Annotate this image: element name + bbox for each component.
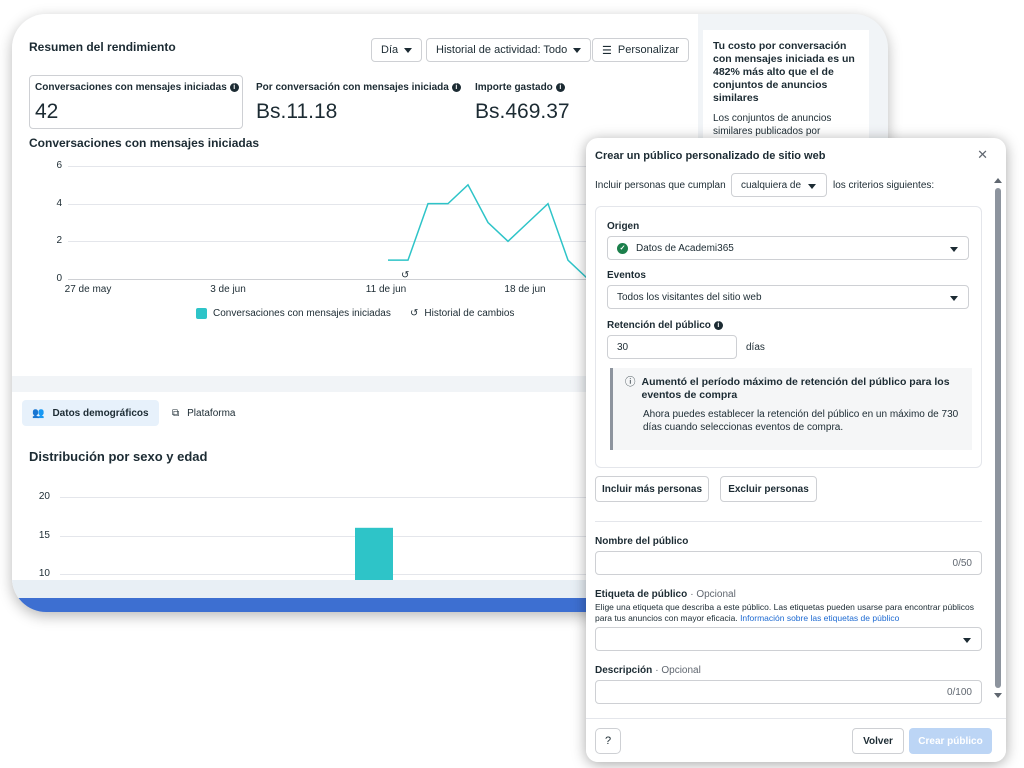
info-circle-icon: ⓘ [625, 376, 636, 388]
create-audience-button[interactable]: Crear público [909, 728, 992, 754]
include-suffix: los criterios siguientes: [833, 180, 935, 191]
info-icon[interactable]: i [713, 321, 723, 330]
include-more-button[interactable]: Incluir más personas [595, 476, 709, 502]
origin-dropdown[interactable]: ✓ Datos de Academi365 [607, 236, 969, 260]
legend-label: Conversaciones con mensajes iniciadas [213, 308, 391, 319]
match-criteria-dropdown[interactable]: cualquiera de [731, 173, 827, 197]
tag-label-text: Etiqueta de público [595, 589, 688, 600]
dialog-footer: ? Volver Crear público [586, 718, 1006, 762]
insight-body: Los conjuntos de anuncios similares publ… [713, 113, 832, 137]
tag-help-text: Elige una etiqueta que describa a este p… [595, 602, 987, 624]
dialog-scrollbar[interactable] [994, 178, 1002, 698]
chevron-down-icon [950, 296, 958, 301]
series-line [388, 183, 589, 280]
retention-input[interactable]: 30 [607, 335, 737, 359]
custom-audience-dialog: Crear un público personalizado de sitio … [586, 138, 1006, 762]
dialog-title: Crear un público personalizado de sitio … [595, 150, 826, 162]
audience-name-label: Nombre del público [595, 536, 689, 547]
legend-label: Historial de cambios [424, 308, 515, 319]
notice-body: Ahora puedes establecer la retención del… [643, 409, 959, 433]
char-count: 0/50 [952, 558, 972, 569]
tag-label: Etiqueta de público · Opcional [595, 589, 736, 600]
change-history-marker-icon[interactable]: ↺ [401, 270, 409, 281]
change-history-icon: ↺ [410, 308, 419, 319]
legend-item-change-history[interactable]: ↺ Historial de cambios [410, 308, 514, 319]
exclude-button[interactable]: Excluir personas [720, 476, 817, 502]
close-icon[interactable]: ✕ [977, 147, 988, 163]
tag-dropdown[interactable] [595, 627, 982, 651]
events-value: Todos los visitantes del sitio web [617, 291, 762, 303]
optional-tag: · Opcional [690, 589, 736, 600]
retention-label: Retención del público i [607, 320, 723, 331]
description-label-text: Descripción [595, 665, 653, 676]
origin-label: Origen [607, 221, 640, 232]
check-circle-icon: ✓ [617, 242, 628, 254]
include-prefix: Incluir personas que cumplan [595, 180, 726, 191]
description-label: Descripción · Opcional [595, 665, 701, 676]
chevron-down-icon [808, 184, 816, 189]
events-label: Eventos [607, 270, 646, 281]
retention-notice: ⓘ Aumentó el período máximo de retención… [610, 368, 972, 450]
legend-swatch [196, 308, 207, 319]
divider [595, 521, 982, 522]
match-criteria-value: cualquiera de [741, 179, 802, 191]
scroll-up-icon[interactable] [994, 178, 1002, 183]
events-dropdown[interactable]: Todos los visitantes del sitio web [607, 285, 969, 309]
chevron-down-icon [963, 638, 971, 643]
audience-name-input[interactable]: 0/50 [595, 551, 982, 575]
chevron-down-icon [950, 247, 958, 252]
back-button[interactable]: Volver [852, 728, 904, 754]
retention-unit: días [746, 342, 765, 353]
description-input[interactable]: 0/100 [595, 680, 982, 704]
notice-title: Aumentó el período máximo de retención d… [641, 376, 950, 401]
audience-rule-card: Origen ✓ Datos de Academi365 Eventos Tod… [595, 206, 982, 468]
insight-headline: Tu costo por conversación con mensajes i… [713, 40, 855, 104]
scroll-thumb[interactable] [995, 188, 1001, 688]
retention-label-text: Retención del público [607, 320, 711, 331]
optional-tag: · Opcional [655, 665, 701, 676]
insight-panel: Tu costo por conversación con mensajes i… [703, 30, 869, 150]
origin-value: Datos de Academi365 [636, 242, 734, 254]
char-count: 0/100 [946, 687, 972, 698]
retention-value: 30 [617, 341, 629, 353]
scroll-down-icon[interactable] [994, 693, 1002, 698]
legend-item-conversations[interactable]: Conversaciones con mensajes iniciadas [196, 308, 391, 319]
tag-help-link[interactable]: Información sobre las etiquetas de públi… [740, 613, 899, 623]
help-icon[interactable]: ? [595, 728, 621, 754]
